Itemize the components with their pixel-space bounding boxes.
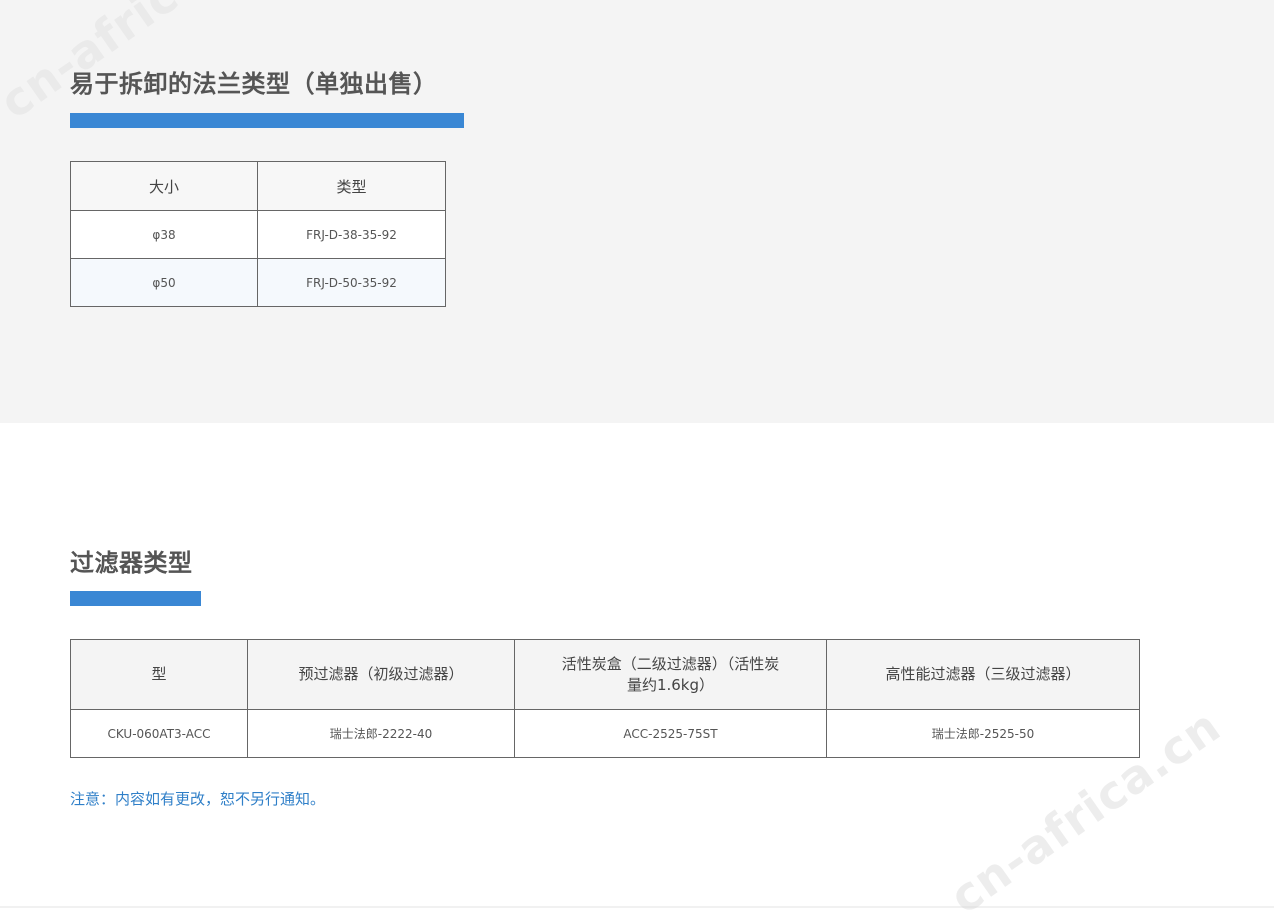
table-cell: ACC-2525-75ST: [514, 709, 827, 758]
column-header-prefilter-label: 预过滤器（初级过滤器）: [298, 665, 464, 683]
table-row: φ38 FRJ-D-38-35-92: [70, 210, 446, 259]
column-header-prefilter: 预过滤器（初级过滤器）: [247, 639, 515, 710]
flange-table: 大小 类型 φ38 FRJ-D-38-35-92 φ50 FRJ-D-50-35…: [70, 161, 446, 307]
flange-title-underline: [70, 113, 464, 128]
column-header-model: 型: [70, 639, 248, 710]
table-header-row: 大小 类型: [70, 161, 446, 211]
table-row: CKU-060AT3-ACC 瑞士法郎-2222-40 ACC-2525-75S…: [70, 709, 1140, 758]
divider: [0, 906, 1274, 908]
filter-section-title: 过滤器类型: [70, 549, 193, 577]
filter-table: 型 预过滤器（初级过滤器） 活性炭盒（二级过滤器）（活性炭量约1.6kg） 高性…: [70, 639, 1140, 758]
table-row: φ50 FRJ-D-50-35-92: [70, 258, 446, 307]
filter-title-underline: [70, 591, 201, 606]
flange-section-title: 易于拆卸的法兰类型（单独出售）: [70, 70, 438, 98]
table-cell: φ38: [70, 210, 258, 259]
column-header-carbon-box-label: 活性炭盒（二级过滤器）（活性炭量约1.6kg）: [561, 654, 780, 694]
table-cell: 瑞士法郎-2525-50: [826, 709, 1140, 758]
table-cell: 瑞士法郎-2222-40: [247, 709, 515, 758]
column-header-size: 大小: [70, 161, 258, 211]
table-cell: FRJ-D-50-35-92: [257, 258, 446, 307]
column-header-carbon-box: 活性炭盒（二级过滤器）（活性炭量约1.6kg）: [514, 639, 827, 710]
change-notice: 注意：内容如有更改，恕不另行通知。: [70, 790, 326, 808]
table-cell: CKU-060AT3-ACC: [70, 709, 248, 758]
table-cell: FRJ-D-38-35-92: [257, 210, 446, 259]
table-header-row: 型 预过滤器（初级过滤器） 活性炭盒（二级过滤器）（活性炭量约1.6kg） 高性…: [70, 639, 1140, 710]
column-header-hepa-filter: 高性能过滤器（三级过滤器）: [826, 639, 1140, 710]
column-header-type: 类型: [257, 161, 446, 211]
column-header-hepa-filter-label: 高性能过滤器（三级过滤器）: [885, 665, 1081, 683]
table-cell: φ50: [70, 258, 258, 307]
